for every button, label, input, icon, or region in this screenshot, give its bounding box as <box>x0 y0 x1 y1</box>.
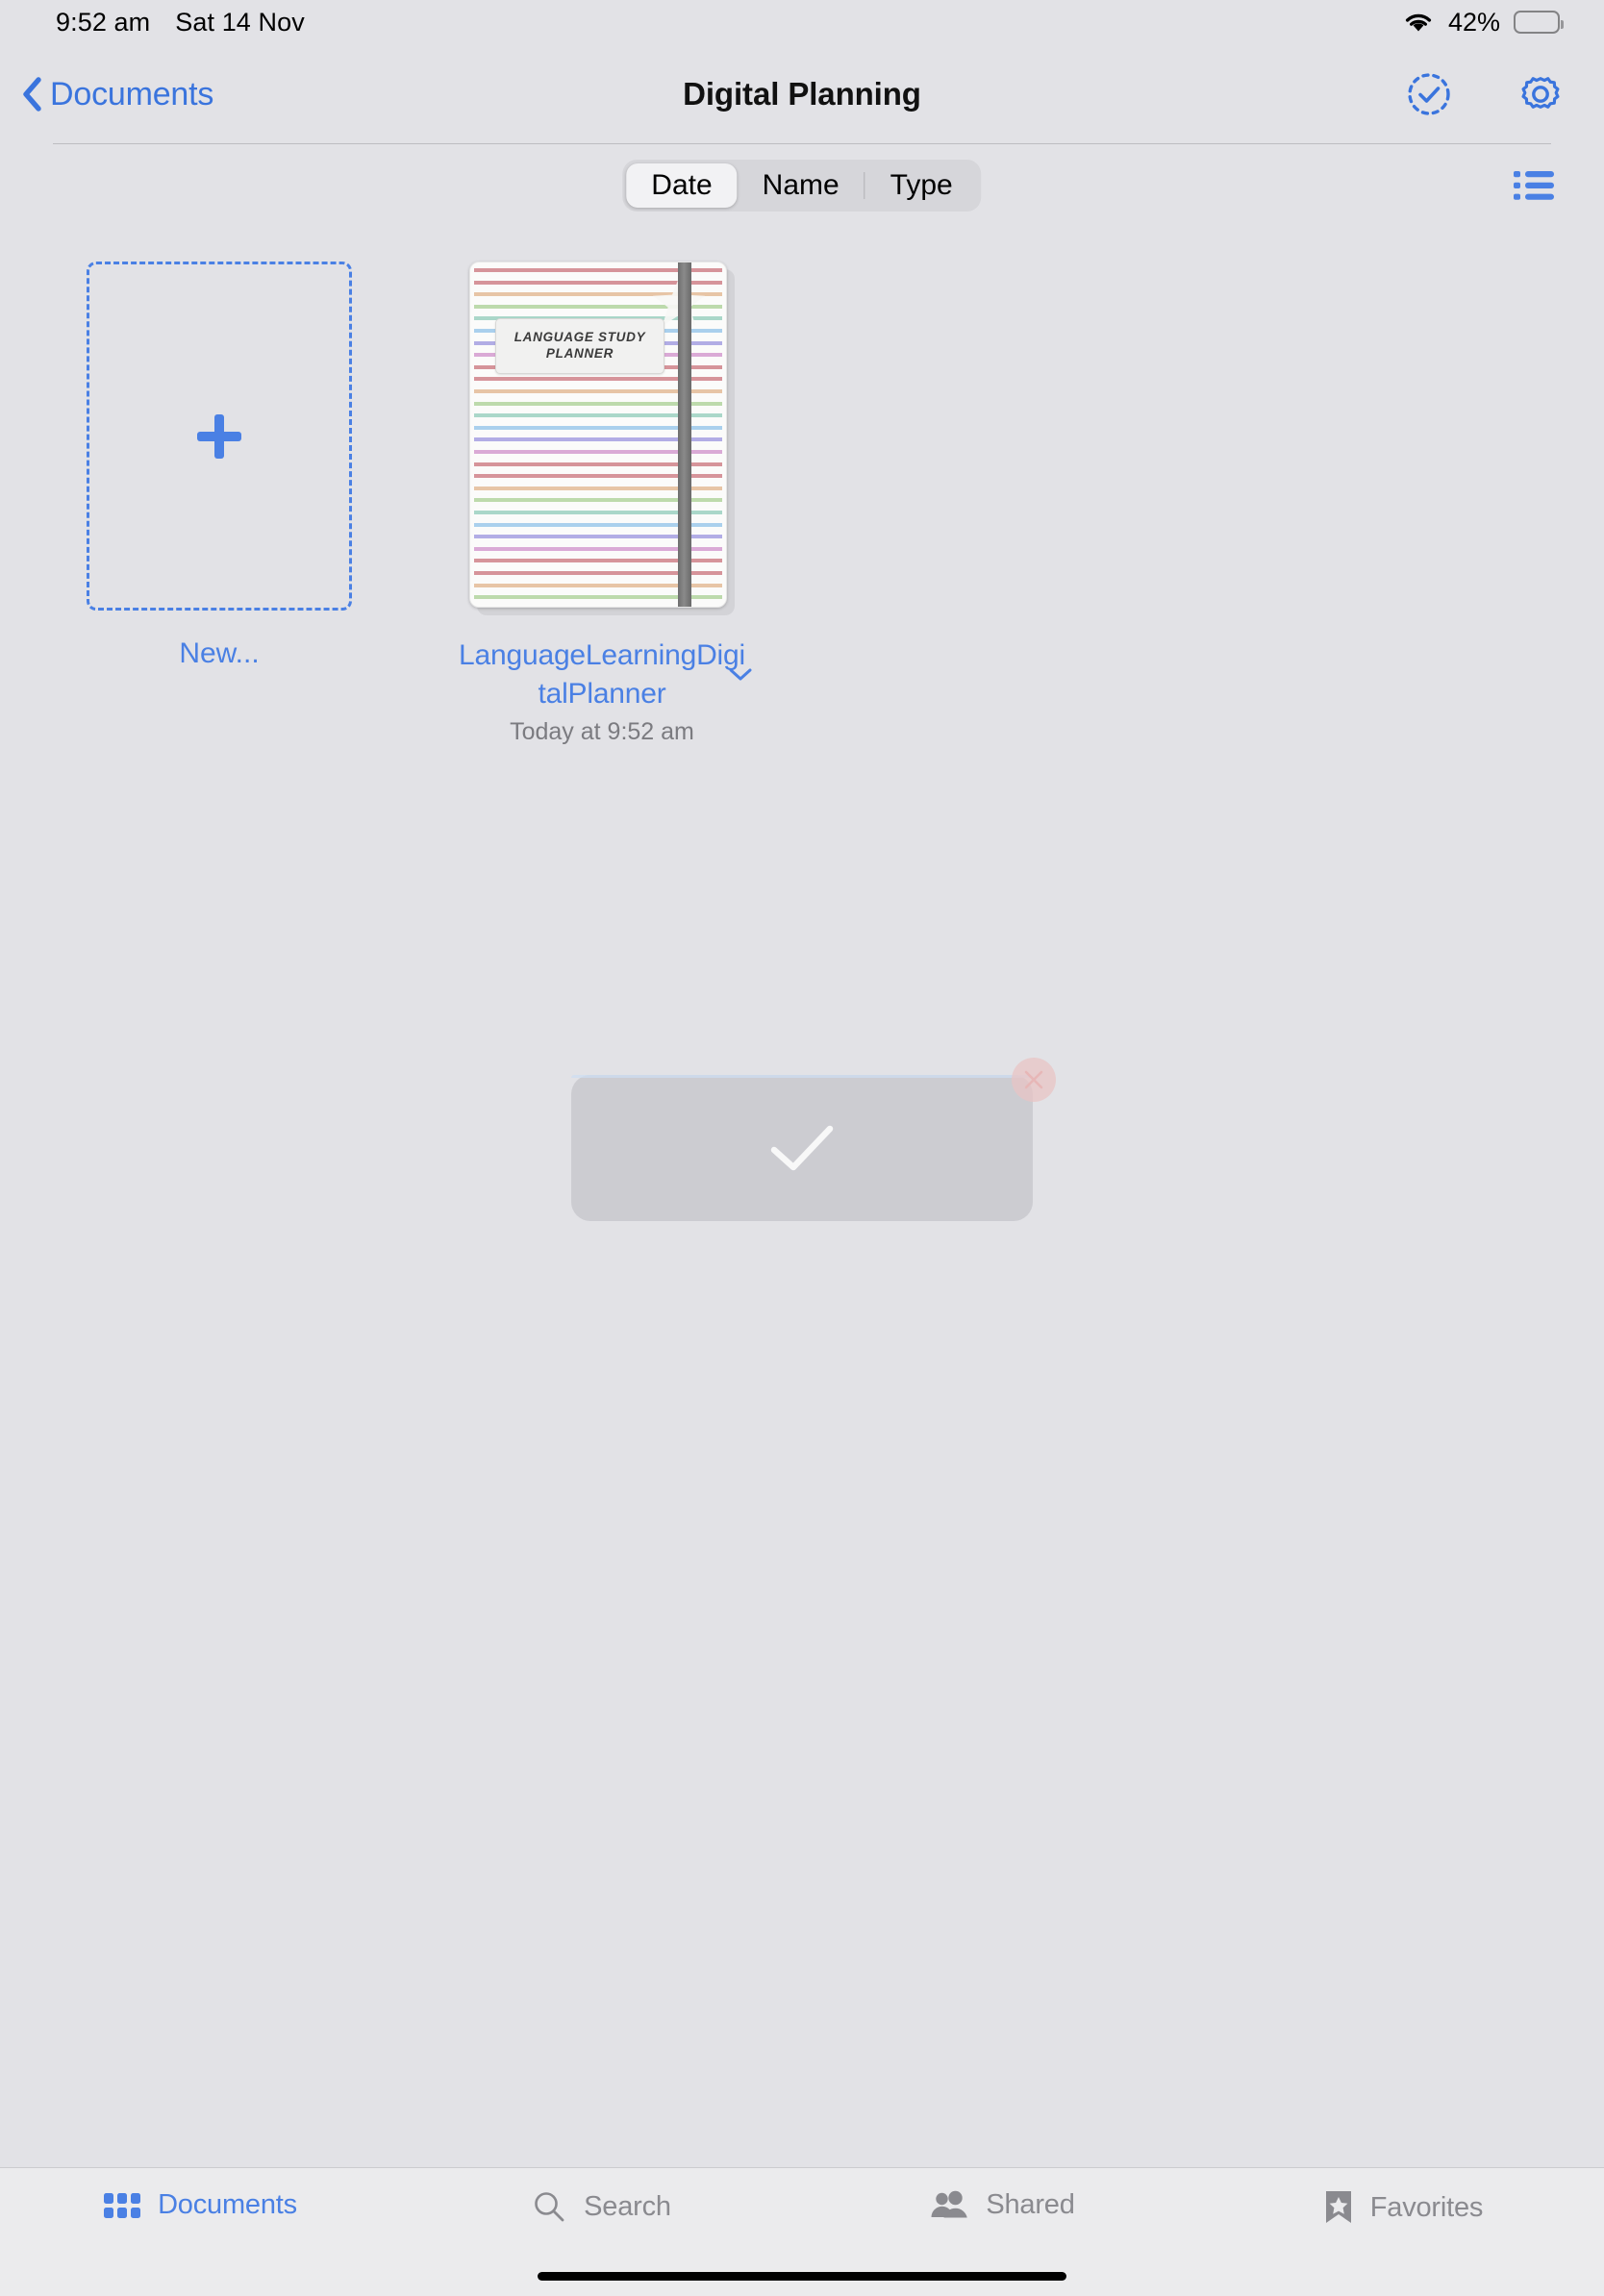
status-date: Sat 14 Nov <box>175 7 305 37</box>
bookmark-star-icon <box>1325 2191 1351 2223</box>
tab-shared[interactable]: Shared <box>802 2189 1203 2221</box>
sort-segment-name[interactable]: Name <box>738 163 865 208</box>
elastic-band <box>678 262 691 607</box>
ipad-screen: 9:52 am Sat 14 Nov 42% Documents Digital… <box>0 0 1604 2296</box>
document-date: Today at 9:52 am <box>510 718 694 746</box>
chevron-down-icon[interactable] <box>727 665 754 683</box>
plus-icon <box>197 413 241 459</box>
sort-segmented-control: Date Name Type <box>622 160 982 212</box>
document-cell: LANGUAGE STUDY PLANNER LanguageLearningD… <box>459 262 752 746</box>
cover-title-label: LANGUAGE STUDY PLANNER <box>495 318 664 374</box>
page-title: Digital Planning <box>683 76 921 112</box>
navigation-bar: Documents Digital Planning <box>0 44 1604 144</box>
tab-search[interactable]: Search <box>401 2189 802 2224</box>
status-bar-right: 42% <box>1402 7 1564 37</box>
grid-icon <box>104 2192 141 2218</box>
search-icon <box>535 2192 564 2222</box>
battery-percent: 42% <box>1447 7 1500 37</box>
status-time: 9:52 am <box>56 7 151 37</box>
gear-icon[interactable] <box>1517 71 1564 117</box>
checkmark-icon <box>770 1125 834 1171</box>
cover-title-line2: PLANNER <box>545 346 614 361</box>
new-document-cell: New... <box>87 262 352 746</box>
battery-icon <box>1514 11 1564 34</box>
sort-segment-date[interactable]: Date <box>626 163 738 208</box>
list-view-icon[interactable] <box>1514 169 1554 202</box>
people-icon <box>931 2190 968 2217</box>
planner-cover: LANGUAGE STUDY PLANNER <box>469 262 727 608</box>
cover-title-line1: LANGUAGE STUDY <box>514 330 646 345</box>
success-hud-toast <box>571 1058 1056 1221</box>
new-document-button[interactable] <box>87 262 352 611</box>
tab-bar: Documents Search Shared Favorites <box>0 2167 1604 2296</box>
tab-favorites[interactable]: Favorites <box>1203 2189 1604 2226</box>
document-grid: New... LANGUAGE STUDY PLANNER LanguageLe… <box>87 262 1546 746</box>
nav-actions <box>1406 71 1564 117</box>
tab-shared-label: Shared <box>986 2189 1075 2220</box>
document-name[interactable]: LanguageLearningDigitalPlanner <box>458 636 746 712</box>
tab-search-label: Search <box>584 2190 671 2222</box>
wifi-icon <box>1405 13 1432 32</box>
document-thumbnail[interactable]: LANGUAGE STUDY PLANNER <box>469 262 735 615</box>
document-meta: LanguageLearningDigitalPlanner Today at … <box>458 636 752 746</box>
tab-favorites-label: Favorites <box>1369 2191 1484 2223</box>
check-circle-dashed-icon[interactable] <box>1406 71 1452 117</box>
new-document-label: New... <box>179 637 260 669</box>
close-icon[interactable] <box>1012 1058 1056 1102</box>
hud-top-edge <box>571 1075 1033 1078</box>
tab-documents[interactable]: Documents <box>0 2189 401 2221</box>
sort-toolbar: Date Name Type <box>0 144 1604 225</box>
status-bar: 9:52 am Sat 14 Nov 42% <box>0 0 1604 44</box>
close-x-icon <box>1024 1070 1043 1089</box>
sort-segment-type[interactable]: Type <box>865 163 978 208</box>
home-indicator <box>538 2272 1066 2281</box>
tab-documents-label: Documents <box>158 2189 297 2220</box>
status-bar-left: 9:52 am Sat 14 Nov <box>56 8 305 37</box>
